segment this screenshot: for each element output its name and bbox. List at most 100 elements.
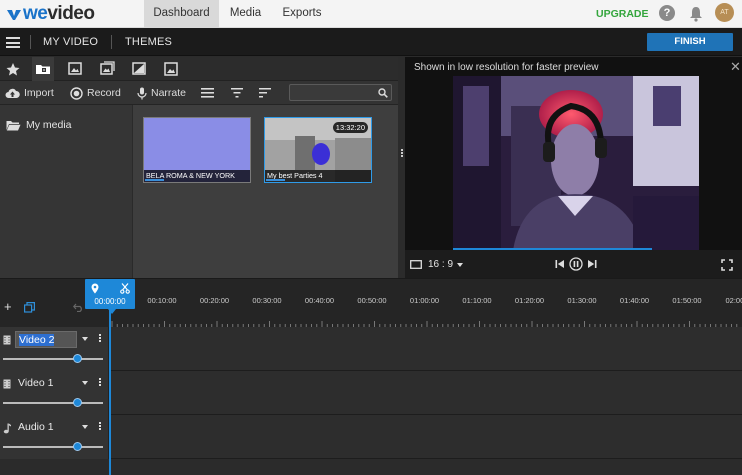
track-video-1[interactable]: Video 1 [0,371,742,415]
track-name[interactable]: Video 1 [15,375,56,392]
chevron-down-icon [457,262,464,267]
more-options-icon[interactable] [99,378,101,380]
narrate-label: Narrate [151,87,187,99]
divider [111,35,112,49]
undo-icon[interactable] [73,303,84,312]
timeline-ruler[interactable]: + 00:00:00 00:10:00 00:20:00 00:30:00 00:40… [0,278,742,328]
more-options-icon[interactable] [99,422,101,424]
finish-button[interactable]: FINISH [647,33,733,51]
folder-open-icon [6,120,21,130]
media-search-input[interactable] [289,84,392,101]
video-track-icon [3,335,11,345]
skip-back-icon[interactable] [555,259,565,269]
tick-label: 02:00 [725,296,742,305]
logo-text-video: video [47,3,95,24]
folder-my-media[interactable]: My media [6,119,72,131]
image-edit-icon [132,62,146,75]
tab-backgrounds[interactable] [160,57,182,81]
tick-label: 00:30:00 [252,296,282,305]
music-note-icon [3,423,11,434]
tab-graphics[interactable] [128,57,150,81]
track-name-input[interactable]: Video 2 [15,331,77,348]
photos-icon [68,62,82,75]
video-preview[interactable] [453,76,699,250]
top-navigation: we video Dashboard Media Exports UPGRADE … [0,0,742,28]
nav-tab-dashboard[interactable]: Dashboard [144,0,219,28]
fullscreen-icon[interactable] [721,259,733,271]
media-tabs [0,57,398,81]
media-item-best-parties[interactable]: 13:32:20 My best Parties 4 [264,117,372,183]
import-button[interactable]: Import [5,86,54,100]
record-button[interactable]: Record [70,86,121,100]
volume-slider[interactable] [3,354,103,363]
tab-favorites[interactable] [2,57,24,81]
list-view-icon[interactable] [201,88,214,98]
tab-stock-images[interactable] [96,57,118,81]
tick-label: 01:20:00 [514,296,545,305]
playhead-line[interactable] [109,308,111,475]
help-icon[interactable]: ? [659,5,675,21]
record-label: Record [87,87,121,99]
chevron-down-icon[interactable] [82,337,88,341]
add-track-icon[interactable]: + [4,300,12,313]
search-icon [378,88,388,98]
track-video-2[interactable]: Video 2 [0,327,742,371]
record-icon [70,86,83,100]
nav-tab-exports[interactable]: Exports [272,0,332,28]
transport-controls [555,257,597,271]
volume-slider-knob[interactable] [72,398,82,407]
themes-link[interactable]: THEMES [125,36,172,48]
hamburger-menu-icon[interactable] [6,37,20,48]
media-toolbar: Import Record Narrate [0,81,398,105]
narrate-button[interactable]: Narrate [137,86,186,100]
chevron-down-icon[interactable] [82,425,88,429]
volume-slider[interactable] [3,442,103,451]
tab-stock-photos[interactable] [64,57,86,81]
logo-mark-icon [7,10,21,20]
aspect-ratio-select[interactable]: 16 : 9 [410,259,464,270]
media-item-duration: 13:32:20 [332,122,368,133]
skip-forward-icon[interactable] [587,259,597,269]
tab-my-media[interactable] [32,57,54,81]
filter-icon[interactable] [231,88,243,98]
tick-label: 00:20:00 [199,296,230,305]
media-item-progress [266,179,286,181]
project-toolbar: MY VIDEO THEMES [0,28,742,56]
media-folders: My media [0,105,133,278]
user-avatar[interactable]: AT [715,3,734,22]
my-video-link[interactable]: MY VIDEO [43,36,98,48]
video-frame-image [453,76,699,250]
track-header: Video 2 [0,327,109,371]
sort-icon[interactable] [259,88,271,98]
copy-icon[interactable] [24,302,35,313]
media-item-progress [145,179,165,181]
tick-label: 00:40:00 [304,296,335,305]
track-name: Video 2 [19,334,55,346]
aspect-ratio-icon [410,260,422,269]
volume-slider-knob[interactable] [72,442,82,451]
playhead-time: 00:00:00 [94,297,126,306]
volume-slider-knob[interactable] [72,354,82,363]
volume-slider[interactable] [3,398,103,407]
track-name[interactable]: Audio 1 [15,419,57,436]
playhead-handle[interactable]: 00:00:00 [85,279,135,309]
tick-label: 01:00:00 [409,296,440,305]
image-stack-icon [100,61,115,75]
scissors-icon[interactable] [120,283,130,294]
notification-bell-icon[interactable] [689,6,703,22]
close-icon[interactable]: ✕ [730,60,741,73]
track-audio-1[interactable]: Audio 1 [0,415,742,459]
marker-pin-icon[interactable] [91,283,99,294]
more-options-icon[interactable] [99,334,101,336]
preview-controls: 16 : 9 [405,250,742,278]
chevron-down-icon[interactable] [82,381,88,385]
tick-label: 01:10:00 [462,296,492,305]
wevideo-logo[interactable]: we video [6,3,95,24]
pause-icon[interactable] [569,257,583,271]
wevideo-editor: we video Dashboard Media Exports UPGRADE … [0,0,742,475]
picture-icon [164,62,178,76]
media-item-bela-roma[interactable]: BELA ROMA & NEW YORK [143,117,251,183]
upgrade-link[interactable]: UPGRADE [596,8,649,20]
divider [30,35,31,49]
nav-tab-media[interactable]: Media [219,0,272,28]
